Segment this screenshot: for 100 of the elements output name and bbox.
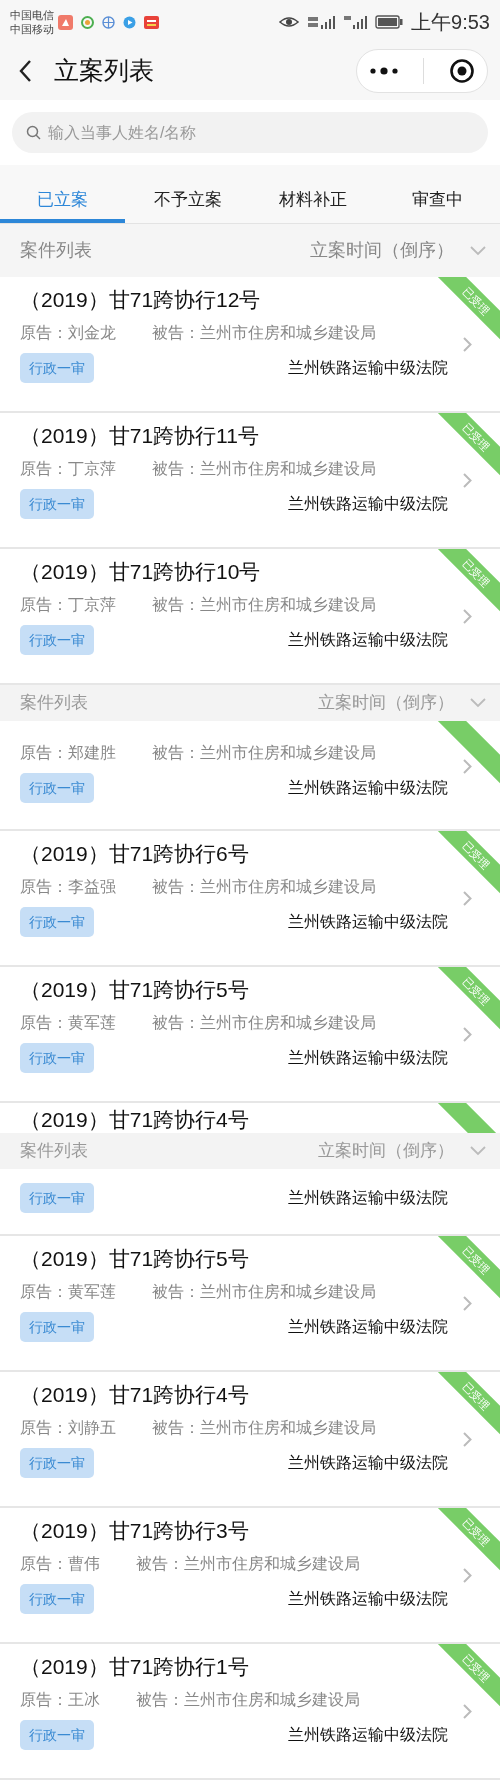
case-number: （2019）甘71跨协行5号 [20, 1246, 249, 1272]
court-name: 兰州铁路运输中级法院 [288, 358, 448, 378]
eye-icon [279, 15, 300, 29]
plaintiff: 原告：刘静五 [20, 1418, 116, 1438]
chevron-right-icon[interactable] [463, 1027, 472, 1042]
case-type-tag: 行政一审 [20, 1183, 94, 1213]
case-number: （2019）甘71跨协行11号 [20, 423, 259, 449]
chevron-down-icon[interactable] [470, 245, 486, 256]
close-icon[interactable] [448, 58, 475, 84]
plaintiff: 原告：王冰 [20, 1690, 100, 1710]
chevron-down-icon[interactable] [470, 698, 486, 708]
status-ribbon: 已受理 [436, 1236, 500, 1300]
app-icon [144, 15, 159, 29]
chevron-right-icon[interactable] [463, 891, 472, 906]
status-ribbon: 已受理 [436, 413, 500, 477]
search-icon [26, 125, 41, 140]
defendant: 被告：兰州市住房和城乡建设局 [152, 877, 376, 897]
court-name: 兰州铁路运输中级法院 [288, 1188, 448, 1208]
chevron-right-icon[interactable] [463, 759, 472, 774]
plaintiff: 原告：郑建胜 [20, 743, 116, 763]
court-name: 兰州铁路运输中级法院 [288, 912, 448, 932]
status-ribbon: 已受理 [436, 967, 500, 1031]
list-heading: 案件列表 [20, 1140, 88, 1163]
tab[interactable]: 审查中 [375, 187, 500, 223]
case-number: （2019）甘71跨协行4号 [20, 1382, 249, 1408]
status-ribbon: 已受理 [436, 549, 500, 613]
case-type-tag: 行政一审 [20, 773, 94, 803]
court-name: 兰州铁路运输中级法院 [288, 494, 448, 514]
chevron-down-icon[interactable] [470, 1146, 486, 1156]
defendant: 被告：兰州市住房和城乡建设局 [152, 1013, 376, 1033]
carrier-name: 中国电信 [10, 8, 54, 22]
signal-icon [307, 14, 336, 30]
battery-icon [375, 15, 404, 29]
chevron-right-icon[interactable] [463, 473, 472, 488]
case-card[interactable]: （2019）甘71跨协行5号 原告：黄军莲 被告：兰州市住房和城乡建设局 行政一审 兰州铁路运输中级法院 已受理 [0, 1236, 500, 1372]
case-number: （2019）甘71跨协行12号 [20, 287, 261, 313]
defendant: 被告：兰州市住房和城乡建设局 [152, 323, 376, 343]
plaintiff: 原告：丁京萍 [20, 459, 116, 479]
status-ribbon: 已受理 [436, 1372, 500, 1436]
chevron-right-icon[interactable] [463, 609, 472, 624]
case-number: （2019）甘71跨协行4号 [20, 1107, 249, 1133]
list-heading: 案件列表 [20, 692, 88, 715]
page-title: 立案列表 [54, 55, 154, 87]
case-type-tag: 行政一审 [20, 489, 94, 519]
defendant: 被告：兰州市住房和城乡建设局 [136, 1554, 360, 1574]
case-type-tag: 行政一审 [20, 1584, 94, 1614]
plaintiff: 原告：曹伟 [20, 1554, 100, 1574]
case-type-tag: 行政一审 [20, 625, 94, 655]
case-number: （2019）甘71跨协行3号 [20, 1518, 249, 1544]
case-type-tag: 行政一审 [20, 1043, 94, 1073]
case-number: （2019）甘71跨协行10号 [20, 559, 261, 585]
case-card[interactable]: 原告：郑建胜 被告：兰州市住房和城乡建设局 行政一审 兰州铁路运输中级法院 [0, 721, 500, 831]
case-type-tag: 行政一审 [20, 1720, 94, 1750]
status-ribbon: 已受理 [436, 1508, 500, 1572]
defendant: 被告：兰州市住房和城乡建设局 [136, 1690, 360, 1710]
status-ribbon: 已受理 [436, 277, 500, 341]
case-card[interactable]: （2019）甘71跨协行4号 原告：刘静五 被告：兰州市住房和城乡建设局 行政一审 兰州铁路运输中级法院 已受理 [0, 1372, 500, 1508]
back-icon[interactable] [18, 59, 32, 83]
globe-icon [102, 15, 115, 29]
chevron-right-icon[interactable] [463, 1296, 472, 1311]
court-name: 兰州铁路运输中级法院 [288, 1048, 448, 1068]
court-name: 兰州铁路运输中级法院 [288, 1453, 448, 1473]
signal-icon [343, 14, 368, 30]
play-icon [123, 15, 136, 29]
case-type-tag: 行政一审 [20, 1312, 94, 1342]
case-card[interactable]: （2019）甘71跨协行10号 原告：丁京萍 被告：兰州市住房和城乡建设局 行政一审 兰州铁路运输中级法院 已受理 [0, 549, 500, 685]
chevron-right-icon[interactable] [463, 1704, 472, 1719]
case-card[interactable]: （2019）甘71跨协行6号 原告：李益强 被告：兰州市住房和城乡建设局 行政一审 兰州铁路运输中级法院 已受理 [0, 831, 500, 967]
chevron-right-icon[interactable] [463, 337, 472, 352]
case-type-tag: 行政一审 [20, 1448, 94, 1478]
clock: 上午9:53 [411, 10, 490, 35]
chevron-right-icon[interactable] [463, 1432, 472, 1447]
app-icon [81, 15, 94, 29]
case-card[interactable]: （2019）甘71跨协行12号 原告：刘金龙 被告：兰州市住房和城乡建设局 行政一审 兰州铁路运输中级法院 已受理 [0, 277, 500, 413]
case-card[interactable]: （2019）甘71跨协行11号 原告：丁京萍 被告：兰州市住房和城乡建设局 行政一审 兰州铁路运输中级法院 已受理 [0, 413, 500, 549]
case-card[interactable]: （2019）甘71跨协行1号 原告：王冰 被告：兰州市住房和城乡建设局 行政一审 兰州铁路运输中级法院 已受理 [0, 1644, 500, 1780]
defendant: 被告：兰州市住房和城乡建设局 [152, 1282, 376, 1302]
defendant: 被告：兰州市住房和城乡建设局 [152, 1418, 376, 1438]
case-type-tag: 行政一审 [20, 907, 94, 937]
case-type-tag: 行政一审 [20, 353, 94, 383]
status-ribbon: 已受理 [436, 831, 500, 895]
status-ribbon: 已受理 [436, 1644, 500, 1708]
search-field[interactable]: 输入当事人姓名/名称 [12, 112, 488, 153]
case-number: （2019）甘71跨协行6号 [20, 841, 249, 867]
court-name: 兰州铁路运输中级法院 [288, 1589, 448, 1609]
tab[interactable]: 材料补正 [250, 187, 375, 223]
court-name: 兰州铁路运输中级法院 [288, 1317, 448, 1337]
court-name: 兰州铁路运输中级法院 [288, 1725, 448, 1745]
defendant: 被告：兰州市住房和城乡建设局 [152, 459, 376, 479]
defendant: 被告：兰州市住房和城乡建设局 [152, 595, 376, 615]
plaintiff: 原告：李益强 [20, 877, 116, 897]
more-icon[interactable] [369, 66, 400, 76]
court-name: 兰州铁路运输中级法院 [288, 778, 448, 798]
chevron-right-icon[interactable] [463, 1568, 472, 1583]
tab[interactable]: 不予立案 [125, 187, 250, 223]
plaintiff: 原告：黄军莲 [20, 1013, 116, 1033]
list-heading: 案件列表 [20, 239, 92, 262]
case-card[interactable]: （2019）甘71跨协行3号 原告：曹伟 被告：兰州市住房和城乡建设局 行政一审 兰州铁路运输中级法院 已受理 [0, 1508, 500, 1644]
case-card[interactable]: （2019）甘71跨协行5号 原告：黄军莲 被告：兰州市住房和城乡建设局 行政一审 兰州铁路运输中级法院 已受理 [0, 967, 500, 1103]
case-number: （2019）甘71跨协行1号 [20, 1654, 249, 1680]
